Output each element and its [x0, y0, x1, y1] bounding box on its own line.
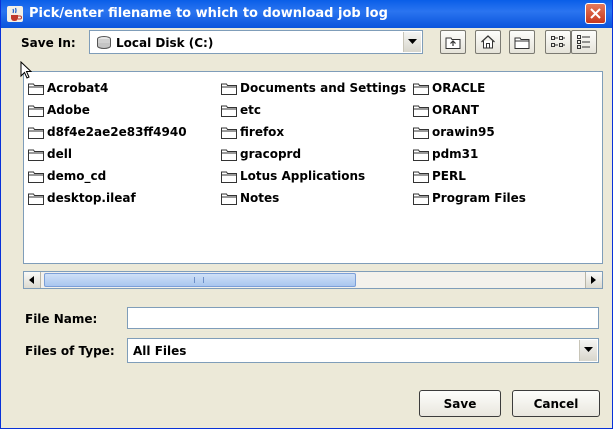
file-type-label: Files of Type:	[25, 344, 115, 358]
home-icon	[481, 35, 495, 49]
folder-icon	[28, 171, 44, 183]
file-type-dropdown-arrow[interactable]	[579, 340, 597, 361]
new-folder-button[interactable]	[509, 30, 535, 54]
folder-icon	[221, 193, 237, 205]
details-view-button[interactable]	[571, 30, 597, 54]
details-view-icon	[577, 35, 590, 49]
close-button[interactable]	[585, 3, 606, 24]
file-name-input[interactable]	[127, 307, 599, 329]
file-list-item-label: Adobe	[47, 103, 90, 117]
file-list-item-label: Acrobat4	[47, 81, 109, 95]
file-list-item-label: firefox	[240, 125, 285, 139]
folder-icon	[28, 127, 44, 139]
file-name-label: File Name:	[25, 312, 98, 326]
title-bar[interactable]: Pick/enter filename to which to download…	[1, 0, 612, 28]
home-button[interactable]	[475, 30, 501, 54]
cancel-button[interactable]: Cancel	[512, 390, 600, 417]
folder-icon	[221, 105, 237, 117]
chevron-left-icon	[29, 276, 34, 284]
scrollbar-grip	[194, 277, 204, 283]
hard-disk-icon	[97, 36, 111, 49]
chevron-right-icon	[591, 276, 596, 284]
file-list-item-label: ORACLE	[432, 81, 486, 95]
file-chooser-dialog: Pick/enter filename to which to download…	[0, 0, 613, 429]
folder-icon	[413, 149, 429, 161]
up-one-level-icon	[445, 37, 461, 49]
folder-icon	[413, 105, 429, 117]
file-list-item-label: dell	[47, 147, 72, 161]
file-list-item-label: etc	[240, 103, 261, 117]
save-in-dropdown[interactable]: Local Disk (C:)	[89, 30, 423, 54]
folder-icon	[413, 127, 429, 139]
file-list-item-label: Documents and Settings	[240, 81, 407, 95]
file-list-item-label: PERL	[432, 169, 466, 183]
save-in-label: Save In:	[21, 36, 76, 50]
folder-icon	[221, 149, 237, 161]
folder-icon	[413, 171, 429, 183]
close-icon	[590, 8, 601, 19]
file-list-item-label: desktop.ileaf	[47, 191, 136, 205]
file-type-dropdown[interactable]: All Files	[127, 338, 599, 363]
folder-icon	[221, 171, 237, 183]
chevron-down-icon	[408, 39, 417, 44]
folder-icon	[28, 105, 44, 117]
mouse-cursor-icon	[20, 61, 32, 79]
file-list-item-label: pdm31	[432, 147, 479, 161]
file-list-item-label: Notes	[240, 191, 280, 205]
list-view-button[interactable]	[545, 30, 571, 54]
save-in-dropdown-arrow[interactable]	[403, 32, 421, 52]
folder-icon	[413, 193, 429, 205]
folder-icon	[221, 127, 237, 139]
java-cup-icon	[7, 6, 23, 22]
file-list-item-label: gracoprd	[240, 147, 302, 161]
folder-icon	[28, 149, 44, 161]
save-button[interactable]: Save	[419, 390, 501, 417]
window-title: Pick/enter filename to which to download…	[29, 6, 388, 21]
file-list[interactable]: Acrobat4 Adobe d8f4e2ae2e83ff4940 dell demo_…	[23, 71, 603, 264]
up-one-level-button[interactable]	[440, 30, 466, 54]
scroll-left-button[interactable]	[24, 272, 41, 288]
folder-icon	[28, 83, 44, 95]
new-folder-icon	[514, 37, 530, 49]
scrollbar-thumb[interactable]	[44, 273, 356, 287]
save-in-value: Local Disk (C:)	[116, 36, 214, 50]
file-list-item-label: ORANT	[432, 103, 479, 117]
file-list-item-label: d8f4e2ae2e83ff4940	[47, 125, 187, 139]
list-view-icon	[551, 36, 565, 47]
scroll-right-button[interactable]	[585, 272, 602, 288]
file-list-item-label: Program Files	[432, 191, 526, 205]
file-list-item-label: Lotus Applications	[240, 169, 366, 183]
folder-icon	[221, 83, 237, 95]
horizontal-scrollbar[interactable]	[23, 271, 603, 289]
folder-icon	[413, 83, 429, 95]
file-type-value: All Files	[133, 344, 187, 358]
folder-icon	[28, 193, 44, 205]
chevron-down-icon	[584, 347, 593, 352]
file-list-item-label: orawin95	[432, 125, 495, 139]
file-list-item-label: demo_cd	[47, 169, 107, 183]
